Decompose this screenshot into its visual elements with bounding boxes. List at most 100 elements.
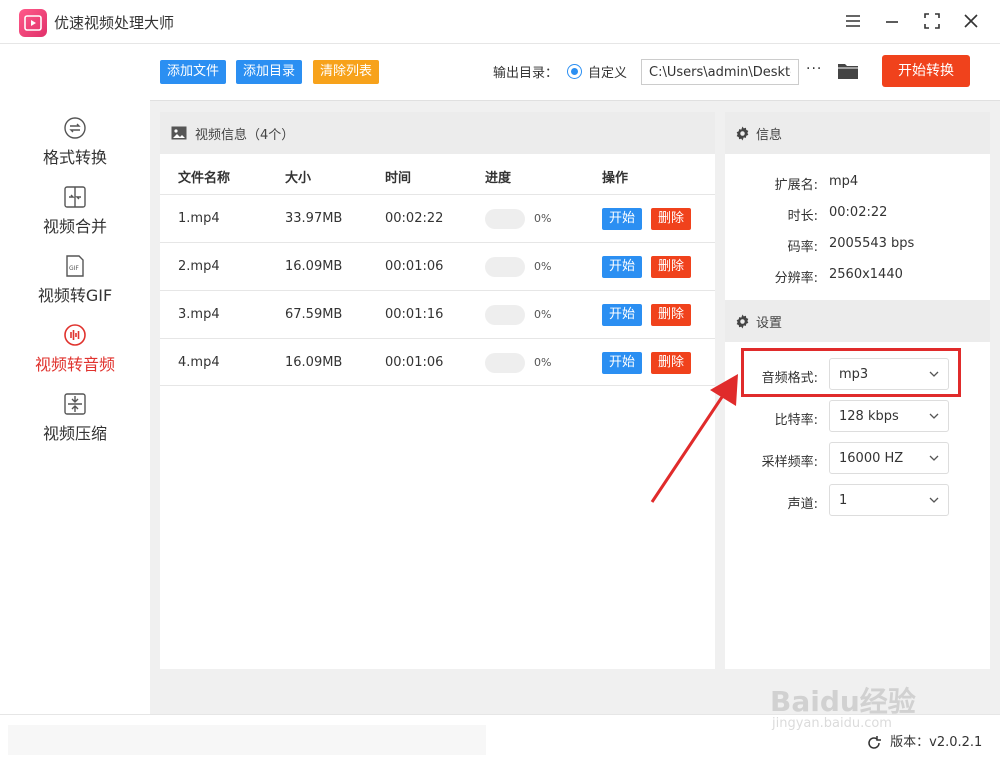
- minimize-icon[interactable]: [881, 10, 903, 32]
- svg-text:GIF: GIF: [69, 265, 79, 272]
- image-icon: [171, 126, 187, 140]
- add-folder-button[interactable]: 添加目录: [236, 60, 303, 84]
- column-header-size: 大小: [285, 171, 312, 186]
- row-delete-button[interactable]: 删除: [651, 208, 692, 230]
- row-start-button[interactable]: 开始: [602, 256, 643, 278]
- file-duration: 00:01:06: [385, 355, 444, 370]
- column-header-time: 时间: [385, 171, 412, 186]
- row-start-button[interactable]: 开始: [602, 208, 643, 230]
- menu-icon[interactable]: [842, 10, 864, 32]
- column-header-actions: 操作: [602, 171, 629, 186]
- version-label: 版本：: [890, 735, 930, 750]
- folder-icon[interactable]: [837, 61, 859, 81]
- row-delete-button[interactable]: 删除: [651, 304, 692, 326]
- progress-percent: 0%: [534, 212, 552, 225]
- title-bar: 优速视频处理大师: [0, 0, 1000, 44]
- video-panel-header: 视频信息（4个）: [160, 112, 715, 154]
- refresh-icon[interactable]: [866, 735, 882, 751]
- info-value-resolution: 2560x1440: [829, 267, 903, 282]
- custom-radio-label: 自定义: [588, 66, 628, 81]
- close-icon[interactable]: [960, 10, 982, 32]
- progress-bar: [485, 257, 525, 277]
- settings-panel-header: 设置: [725, 300, 990, 342]
- compress-icon: [64, 393, 86, 415]
- progress-percent: 0%: [534, 356, 552, 369]
- status-message-field: [8, 725, 486, 755]
- output-path-input[interactable]: [641, 59, 799, 85]
- output-dir-label: 输出目录：: [493, 66, 559, 81]
- video-panel-title: 视频信息（4个）: [195, 128, 295, 143]
- sidebar-item-label: 格式转换: [42, 148, 107, 167]
- app-title: 优速视频处理大师: [54, 14, 175, 32]
- sample-rate-value: 16000 HZ: [839, 451, 904, 466]
- sidebar-item-video-to-audio[interactable]: 视频转音频: [0, 323, 150, 385]
- table-row[interactable]: 4.mp4 16.09MB 00:01:06 0% 开始 删除: [160, 338, 715, 386]
- add-file-button[interactable]: 添加文件: [160, 60, 227, 84]
- info-panel: 信息 扩展名: mp4 时长: 00:02:22 码率: 2005543 bps…: [725, 112, 990, 300]
- version-number: v2.0.2.1: [929, 735, 983, 750]
- info-key-extension: 扩展名:: [774, 178, 818, 193]
- gear-icon: [736, 314, 749, 329]
- chevron-down-icon: [929, 497, 939, 503]
- sample-rate-select[interactable]: 16000 HZ: [829, 442, 949, 474]
- info-key-duration: 时长:: [787, 209, 818, 224]
- progress-bar: [485, 209, 525, 229]
- sidebar-item-video-merge[interactable]: 视频合并: [0, 185, 150, 247]
- column-header-name: 文件名称: [178, 171, 231, 186]
- file-size: 33.97MB: [285, 211, 343, 226]
- file-name: 2.mp4: [178, 259, 220, 274]
- row-start-button[interactable]: 开始: [602, 304, 643, 326]
- progress-bar: [485, 305, 525, 325]
- file-size: 67.59MB: [285, 307, 343, 322]
- version-info: 版本：v2.0.2.1: [866, 731, 982, 751]
- toolbar: 添加文件 添加目录 清除列表 输出目录： 自定义 ··· 开始转换: [150, 44, 1000, 101]
- table-row[interactable]: 2.mp4 16.09MB 00:01:06 0% 开始 删除: [160, 242, 715, 290]
- clear-list-button[interactable]: 清除列表: [313, 60, 380, 84]
- bitrate-select[interactable]: 128 kbps: [829, 400, 949, 432]
- file-size: 16.09MB: [285, 355, 343, 370]
- info-value-duration: 00:02:22: [829, 205, 888, 220]
- more-options-button[interactable]: ···: [806, 61, 822, 77]
- channel-value: 1: [839, 493, 848, 508]
- sidebar-item-video-to-gif[interactable]: GIF 视频转GIF: [0, 254, 150, 316]
- video-merge-icon: [64, 186, 86, 208]
- sidebar-item-video-compress[interactable]: 视频压缩: [0, 392, 150, 454]
- status-bar: 版本：v2.0.2.1: [0, 714, 1000, 760]
- row-start-button[interactable]: 开始: [602, 352, 643, 374]
- table-row[interactable]: 1.mp4 33.97MB 00:02:22 0% 开始 删除: [160, 194, 715, 242]
- channel-select[interactable]: 1: [829, 484, 949, 516]
- table-row[interactable]: 3.mp4 67.59MB 00:01:16 0% 开始 删除: [160, 290, 715, 338]
- progress-percent: 0%: [534, 260, 552, 273]
- format-convert-icon: [64, 117, 86, 139]
- info-value-bitrate: 2005543 bps: [829, 236, 915, 251]
- custom-radio[interactable]: [567, 64, 582, 79]
- chevron-down-icon: [929, 413, 939, 419]
- sidebar-item-label: 视频转音频: [34, 355, 115, 374]
- file-size: 16.09MB: [285, 259, 343, 274]
- bitrate-value: 128 kbps: [839, 409, 899, 424]
- maximize-icon[interactable]: [921, 10, 943, 32]
- audio-icon: [64, 324, 86, 346]
- start-convert-button[interactable]: 开始转换: [882, 55, 970, 87]
- info-key-bitrate: 码率:: [787, 240, 818, 255]
- sidebar-item-label: 视频压缩: [42, 424, 107, 443]
- chevron-down-icon: [929, 455, 939, 461]
- file-name: 1.mp4: [178, 211, 220, 226]
- sidebar-item-label: 视频转GIF: [37, 286, 113, 305]
- gear-icon: [736, 126, 749, 141]
- annotation-highlight-box: [741, 348, 961, 397]
- settings-panel-title: 设置: [756, 316, 783, 331]
- file-duration: 00:01:16: [385, 307, 444, 322]
- annotation-arrow-icon: [650, 374, 738, 503]
- progress-percent: 0%: [534, 308, 552, 321]
- row-delete-button[interactable]: 删除: [651, 256, 692, 278]
- gif-icon: GIF: [66, 255, 84, 277]
- info-key-resolution: 分辨率:: [774, 271, 818, 286]
- column-header-progress: 进度: [485, 171, 512, 186]
- file-duration: 00:02:22: [385, 211, 444, 226]
- sidebar: 格式转换 视频合并 GIF 视频转GIF 视频转音频 视频压缩: [0, 44, 150, 714]
- progress-bar: [485, 353, 525, 373]
- sidebar-item-format-convert[interactable]: 格式转换: [0, 116, 150, 178]
- info-panel-header: 信息: [725, 112, 990, 154]
- file-duration: 00:01:06: [385, 259, 444, 274]
